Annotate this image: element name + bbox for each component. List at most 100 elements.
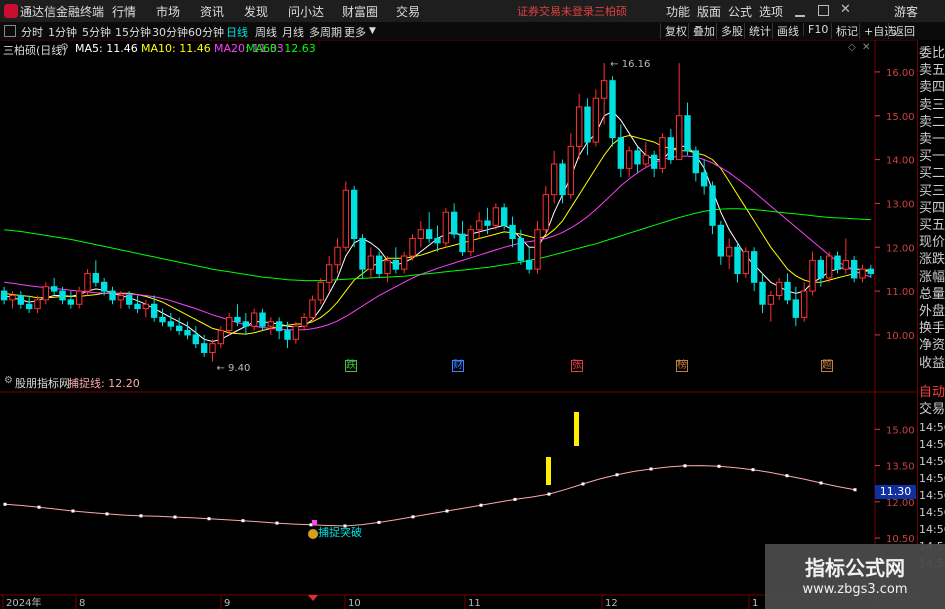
menu-news[interactable]: 资讯	[200, 3, 224, 20]
capture-line	[4, 465, 856, 527]
quote-item-15[interactable]: 外盘	[919, 305, 945, 319]
quote-item-1[interactable]: 卖五	[919, 64, 945, 78]
period-tab-60min[interactable]: 60分钟	[188, 24, 224, 40]
quote-item-3[interactable]: 卖三	[919, 98, 945, 113]
kline-chart[interactable]: ← 16.16← 9.40 16.0015.0014.0013.0012.001…	[0, 40, 917, 609]
candle-body	[400, 255, 408, 270]
quote-item-2[interactable]: 卖四	[919, 81, 945, 95]
quote-item-6[interactable]: 买一	[919, 150, 945, 164]
login-warning[interactable]: 证券交易未登录	[517, 3, 594, 19]
chevron-down-icon[interactable]: ▼	[369, 26, 376, 36]
period-tab-intraday[interactable]: 分时	[21, 24, 43, 40]
price-tick-label: 16.00	[886, 68, 915, 79]
candle-body	[200, 343, 208, 353]
candle-body	[17, 294, 25, 305]
quote-item-13[interactable]: 涨幅	[919, 270, 945, 285]
quote-item-12[interactable]: 涨跌	[919, 253, 945, 267]
candle-body	[250, 312, 258, 327]
candle-body	[59, 290, 66, 301]
candle-body	[334, 246, 341, 266]
maximize-icon[interactable]	[818, 5, 829, 16]
menu-function[interactable]: 功能	[666, 3, 690, 20]
period-tab-15min[interactable]: 15分钟	[115, 24, 151, 40]
event-tag-fall[interactable]: 跌	[345, 360, 357, 372]
event-tag-finance[interactable]: 财	[452, 360, 464, 372]
watermark: 指标公式网 www.zbgs3.com	[765, 544, 945, 609]
button-adjust[interactable]: 复权	[660, 23, 691, 39]
close-icon[interactable]: ✕	[840, 2, 851, 17]
price-tick-label: 14.00	[886, 156, 915, 167]
capture-dot	[785, 474, 789, 478]
quote-item-7[interactable]: 买二	[919, 167, 945, 181]
candle-body	[475, 220, 483, 231]
candle-body	[600, 80, 608, 99]
menu-options[interactable]: 选项	[759, 3, 783, 20]
button-stats[interactable]: 统计	[744, 23, 775, 39]
period-tab-monthly[interactable]: 月线	[282, 24, 304, 40]
quote-item-16[interactable]: 换手	[919, 322, 945, 336]
quote-item-18[interactable]: 收益	[919, 356, 945, 371]
menu-ask[interactable]: 问小达	[288, 3, 324, 20]
button-mark[interactable]: 标记	[831, 23, 862, 39]
event-tag-list[interactable]: 榜	[676, 360, 688, 372]
period-tab-more[interactable]: 更多	[344, 24, 366, 40]
date-tick-label: 10	[348, 598, 361, 609]
capture-dot	[105, 512, 109, 516]
candle-body	[25, 303, 33, 310]
quote-item-5[interactable]: 卖一	[919, 133, 945, 147]
menu-wealth[interactable]: 财富圈	[342, 3, 378, 20]
menu-trade[interactable]: 交易	[396, 3, 420, 20]
app-title: 通达信金融终端	[20, 5, 105, 19]
button-draw-line[interactable]: 画线	[772, 23, 803, 39]
candle-body	[700, 172, 708, 187]
sub-tick-label: 13.50	[886, 462, 915, 473]
quote-item-10[interactable]: 买五	[919, 219, 945, 233]
menu-market[interactable]: 市场	[156, 3, 180, 20]
candle-body	[617, 137, 625, 169]
period-tab-weekly[interactable]: 周线	[255, 24, 277, 40]
quote-item-8[interactable]: 买三	[919, 184, 945, 199]
quote-item-9[interactable]: 买四	[919, 201, 945, 216]
button-overlay[interactable]: 叠加	[688, 23, 719, 39]
period-tab-30min[interactable]: 30分钟	[152, 24, 188, 40]
quote-item-17[interactable]: 净资	[919, 339, 945, 353]
menu-formula[interactable]: 公式	[728, 3, 752, 20]
menu-quotes[interactable]: 行情	[112, 3, 136, 20]
candle-body	[734, 246, 741, 275]
event-tag-rise[interactable]: 张	[571, 360, 583, 372]
candle-body	[625, 150, 633, 169]
quote-item-0[interactable]: 委比	[919, 47, 945, 61]
candle-body	[709, 185, 716, 226]
capture-dot	[581, 482, 585, 486]
period-tab-multi[interactable]: 多周期	[309, 24, 342, 40]
candle-body	[559, 163, 566, 196]
side-tab-1[interactable]: 交易	[919, 403, 945, 417]
candle-body	[784, 281, 791, 301]
button-multi-stock[interactable]: 多股	[716, 23, 747, 39]
capture-dot	[853, 488, 857, 492]
settings-icon-sub[interactable]: ⚙	[4, 375, 13, 386]
candle-body	[92, 273, 100, 283]
quote-item-11[interactable]: 现价	[919, 236, 945, 250]
candle-body	[292, 325, 300, 340]
candle-body	[417, 229, 425, 239]
menu-discover[interactable]: 发现	[244, 3, 268, 20]
guest-label[interactable]: 游客	[894, 3, 918, 20]
minimize-icon[interactable]	[795, 5, 805, 17]
event-tag-topic[interactable]: 题	[821, 360, 833, 372]
toggle-panel-icon[interactable]	[4, 25, 16, 37]
menu-layout[interactable]: 版面	[697, 3, 721, 20]
candle-body	[275, 321, 283, 332]
button-f10[interactable]: F10	[803, 23, 832, 36]
period-tab-1min[interactable]: 1分钟	[48, 24, 77, 40]
quote-item-14[interactable]: 总量	[919, 287, 945, 302]
quote-item-4[interactable]: 卖二	[919, 115, 945, 130]
capture-dot	[377, 520, 381, 524]
watermark-url: www.zbgs3.com	[802, 582, 908, 597]
side-tab-0[interactable]: 自动	[919, 386, 945, 400]
button-back[interactable]: 返回	[888, 23, 919, 39]
period-tab-daily[interactable]: 日线	[226, 24, 248, 40]
capture-dot	[241, 519, 245, 523]
period-tab-5min[interactable]: 5分钟	[82, 24, 111, 40]
candle-body	[450, 211, 458, 235]
